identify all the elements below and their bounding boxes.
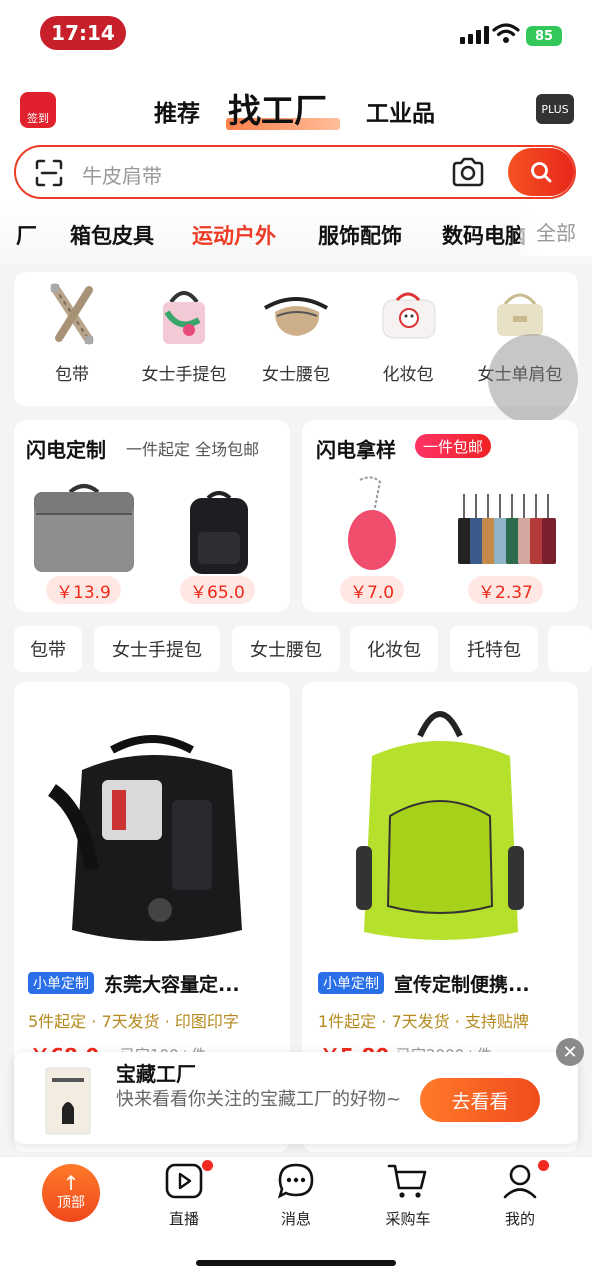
tab-profile[interactable]: 我的 [480, 1162, 560, 1229]
filter-chip[interactable]: 女士腰包 [232, 626, 340, 672]
live-icon [165, 1163, 203, 1199]
black-backpack-image [190, 491, 248, 574]
filter-chip[interactable]: 托特包 [450, 626, 538, 672]
subcategory-label: 女士手提包 [141, 365, 227, 385]
cosmetic-bag-image [382, 292, 436, 339]
flash-custom-subtitle: 一件起定 全场包邮 [126, 440, 260, 459]
price-tag: ￥65.0 [180, 576, 255, 604]
filter-chip[interactable]: 包带 [14, 626, 82, 672]
free-shipping-badge: 一件包邮 [415, 434, 492, 458]
back-to-top-label: 顶部 [57, 1195, 85, 1211]
product-meta: 5件起定 · 7天发货 · 印图印字 [28, 1012, 239, 1031]
category-apparel[interactable]: 服饰配饰 [318, 220, 402, 250]
message-icon [277, 1163, 314, 1199]
category-sports[interactable]: 运动户外 [192, 220, 276, 250]
banner-product-thumbnail [45, 1067, 91, 1135]
category-digital[interactable]: 数码电脑 [442, 220, 526, 250]
camera-icon[interactable] [450, 156, 486, 188]
filter-chip[interactable]: 化妆包 [350, 626, 438, 672]
close-icon[interactable]: ✕ [556, 1038, 584, 1066]
category-factory[interactable]: 厂 [16, 220, 37, 250]
banner-title: 宝藏工厂 [116, 1062, 196, 1086]
price-tag: ￥2.37 [468, 576, 543, 604]
subcategory-handbag[interactable]: 女士手提包 [134, 282, 234, 385]
status-time: 17:14 [40, 16, 126, 50]
home-indicator [196, 1260, 396, 1266]
go-see-button[interactable]: 去看看 [420, 1078, 540, 1122]
cart-icon [387, 1164, 427, 1198]
product-title: 东莞大容量定... [104, 974, 240, 996]
search-icon [531, 162, 552, 183]
filter-chip[interactable]: 女士手提包 [94, 626, 220, 672]
handbag-image [163, 291, 205, 344]
subcategory-cosmetic[interactable]: 化妆包 [358, 282, 458, 385]
waistbag-image [263, 297, 329, 336]
search-input[interactable]: 牛皮肩带 [82, 160, 162, 189]
flash-sample-title: 闪电拿样 [316, 438, 396, 462]
subcategory-waistbag[interactable]: 女士腰包 [246, 282, 346, 385]
tab-industrial[interactable]: 工业品 [366, 94, 435, 128]
live-notification-dot [202, 1160, 213, 1171]
plus-button[interactable]: PLUS [536, 94, 574, 124]
tab-recommend[interactable]: 推荐 [154, 94, 200, 128]
black-travel-backpack-image [47, 735, 242, 941]
subcategory-label: 包带 [55, 365, 89, 385]
flash-custom-title: 闪电定制 [26, 438, 106, 462]
signin-label: 签到 [27, 112, 49, 125]
subcategory-label: 女士腰包 [262, 365, 330, 385]
product-title: 宣传定制便携... [394, 974, 530, 996]
small-order-tag: 小单定制 [318, 972, 384, 994]
category-bags[interactable]: 箱包皮具 [70, 220, 154, 250]
pink-coin-purse-image [348, 476, 396, 570]
signin-button[interactable]: 签到 [20, 92, 56, 128]
luggage-tags-image [458, 494, 556, 564]
back-to-top-button[interactable]: ↑ 顶部 [42, 1164, 100, 1222]
subcategory-label: 化妆包 [382, 365, 434, 385]
strap-image [50, 283, 94, 345]
gray-toiletry-bag-image [34, 484, 134, 572]
wifi-icon [492, 23, 520, 43]
green-foldable-backpack-image [356, 711, 524, 940]
tab-messages[interactable]: 消息 [256, 1162, 336, 1229]
tab-cart[interactable]: 采购车 [368, 1162, 448, 1229]
profile-icon [503, 1164, 537, 1199]
tab-live[interactable]: 直播 [144, 1162, 224, 1229]
banner-subtitle: 快来看看你关注的宝藏工厂的好物~ [116, 1089, 402, 1110]
price-tag: ￥7.0 [340, 576, 405, 604]
tab-label: 消息 [280, 1210, 311, 1228]
product-meta: 1件起定 · 7天发货 · 支持贴牌 [318, 1012, 529, 1031]
arrow-up-icon: ↑ [62, 1171, 80, 1195]
search-button[interactable] [508, 148, 574, 196]
scan-icon[interactable] [34, 158, 64, 188]
tab-find-factory[interactable]: 找工厂 [228, 84, 327, 132]
battery-indicator: 85 [526, 26, 562, 46]
tab-label: 直播 [168, 1210, 199, 1228]
profile-notification-dot [538, 1160, 549, 1171]
tab-label: 我的 [504, 1210, 535, 1228]
signal-icon [460, 26, 489, 44]
small-order-tag: 小单定制 [28, 972, 94, 994]
category-all-button[interactable]: 全部 [520, 206, 592, 256]
subcategory-strap[interactable]: 包带 [22, 282, 122, 385]
filter-chip-partial[interactable] [548, 626, 592, 672]
floating-assistive-bubble[interactable] [488, 334, 578, 424]
tab-label: 采购车 [385, 1210, 431, 1228]
price-tag: ￥13.9 [46, 576, 121, 604]
